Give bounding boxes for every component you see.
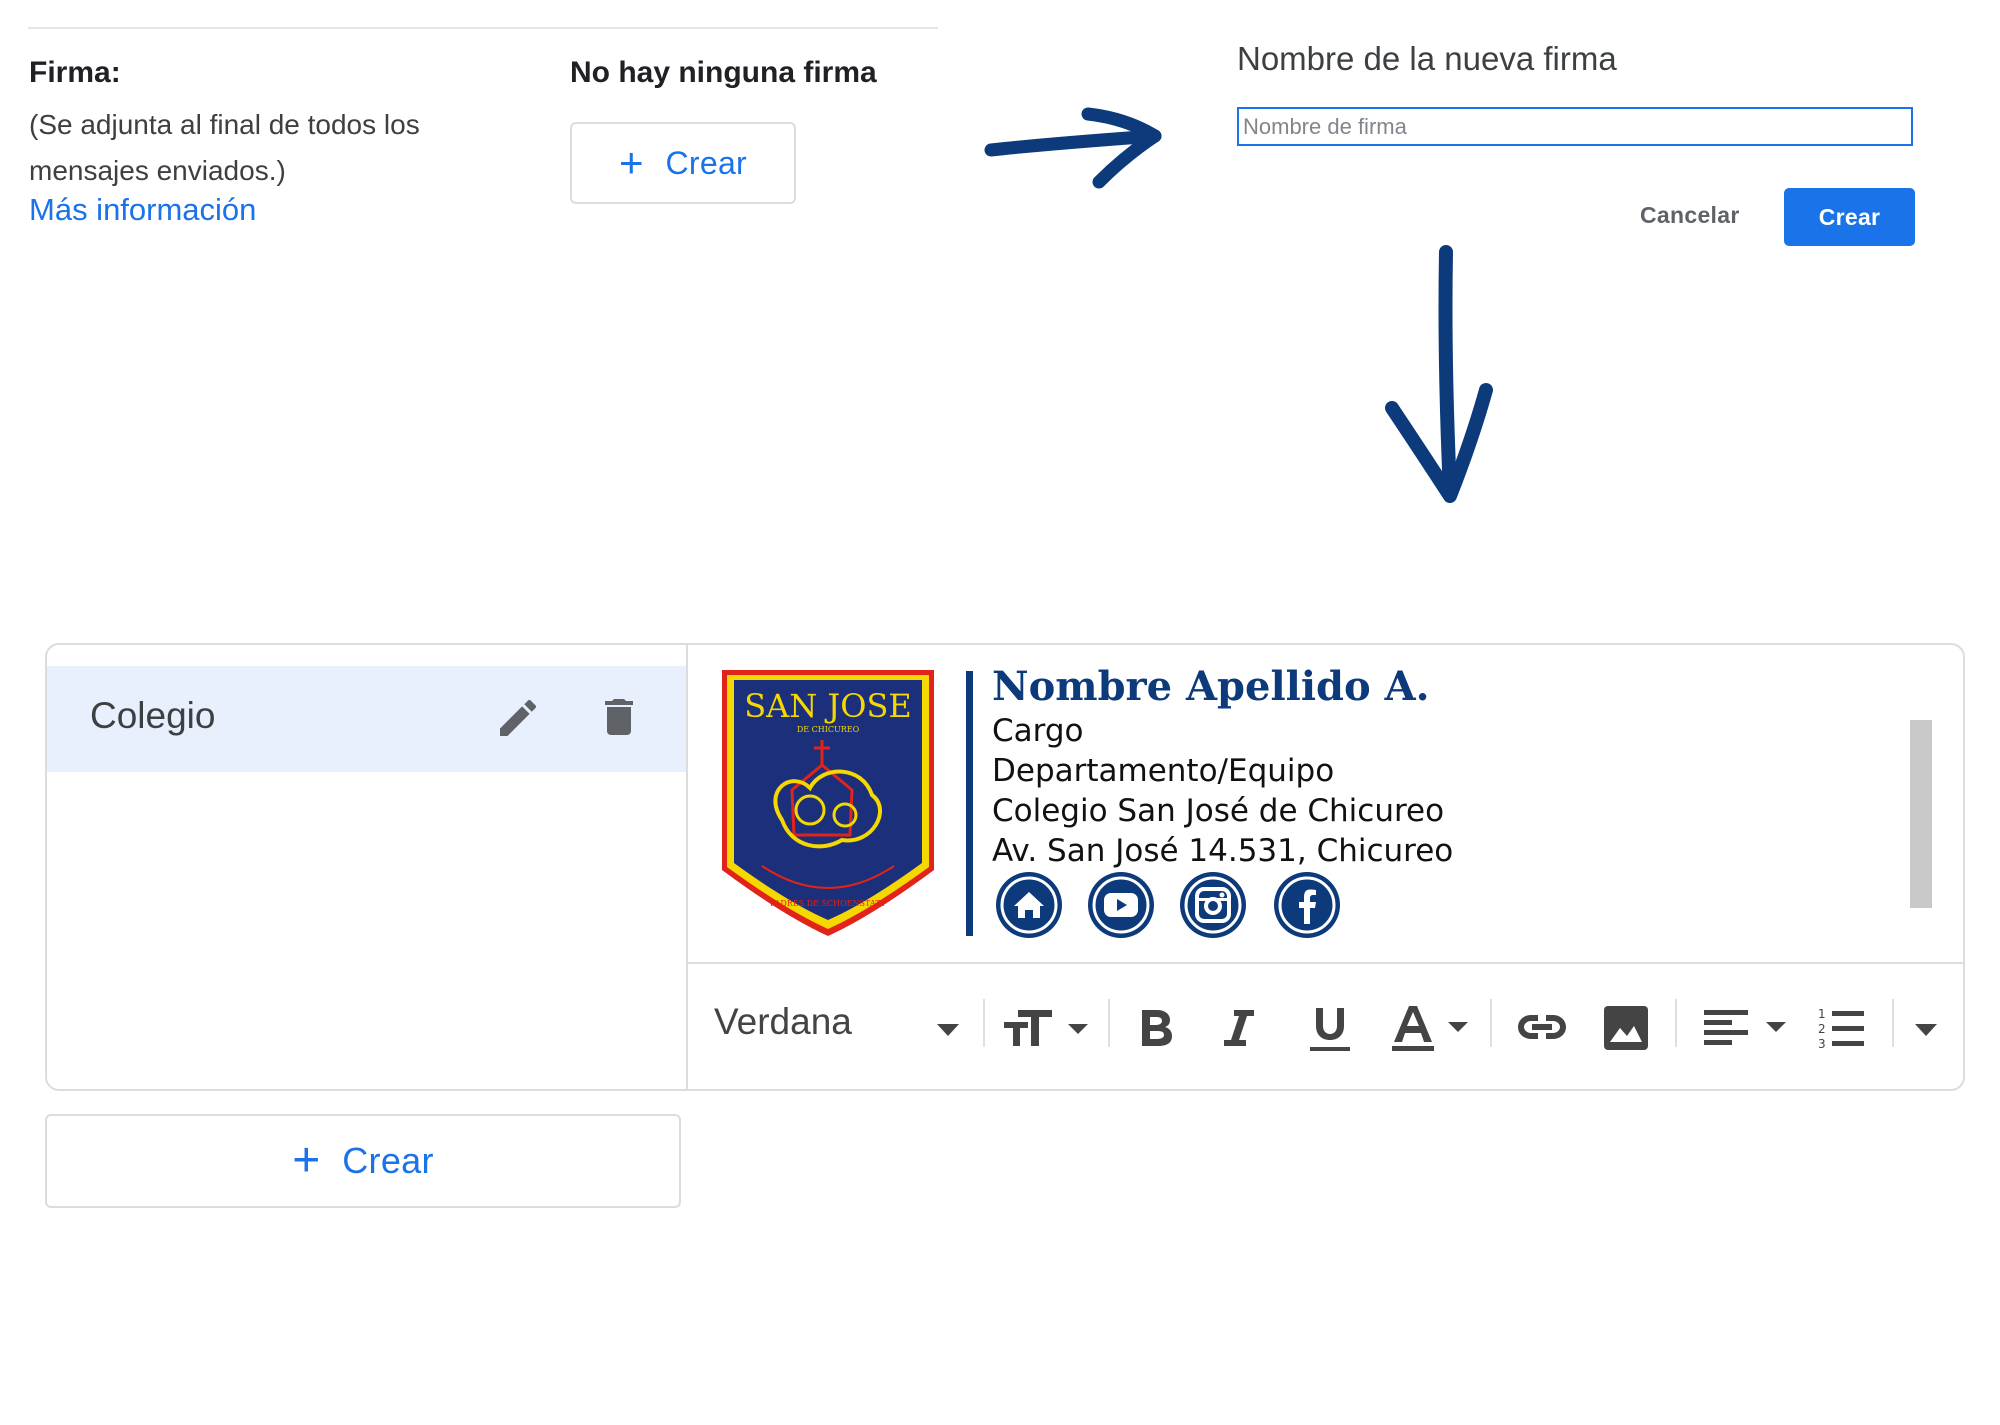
svg-text:DE CHICUREO: DE CHICUREO	[797, 725, 860, 734]
section-divider	[28, 27, 938, 29]
font-size-icon[interactable]	[1002, 1004, 1092, 1048]
svg-text:SAN JOSE: SAN JOSE	[744, 687, 912, 725]
signature-name-input[interactable]	[1237, 107, 1913, 146]
dialog-title: Nombre de la nueva firma	[1237, 40, 1617, 77]
svg-text:PADRES DE SCHOENSTATT: PADRES DE SCHOENSTATT	[770, 899, 887, 908]
image-icon[interactable]	[1604, 1006, 1648, 1050]
scrollbar-thumb[interactable]	[1910, 720, 1932, 908]
youtube-icon[interactable]	[1088, 872, 1154, 938]
numbered-list-icon[interactable]: 1 2 3	[1818, 1006, 1864, 1050]
toolbar-separator	[1892, 999, 1894, 1047]
signature-department: Departamento/Equipo	[992, 753, 1335, 789]
toolbar-divider	[688, 962, 1964, 964]
more-options-icon[interactable]	[1915, 1024, 1937, 1036]
svg-text:3: 3	[1818, 1037, 1826, 1050]
signature-position: Cargo	[992, 713, 1084, 749]
create-new-signature-button[interactable]: + Crear	[45, 1114, 681, 1208]
pencil-icon[interactable]	[494, 694, 542, 742]
signature-address: Av. San José 14.531, Chicureo	[992, 833, 1454, 869]
more-info-link[interactable]: Más información	[29, 192, 256, 228]
font-family-dropdown-icon[interactable]	[937, 1024, 959, 1036]
italic-icon[interactable]	[1222, 1008, 1256, 1048]
no-signature-text: No hay ninguna firma	[570, 56, 877, 89]
toolbar-separator	[983, 999, 985, 1047]
home-icon[interactable]	[996, 872, 1062, 938]
underline-icon[interactable]	[1308, 1006, 1352, 1054]
toolbar-separator	[1108, 999, 1110, 1047]
font-family-select[interactable]: Verdana	[714, 1001, 852, 1043]
plus-icon: +	[618, 139, 644, 186]
signature-list-item-label: Colegio	[90, 695, 216, 736]
arrow-down-icon	[1385, 245, 1493, 503]
signature-description: (Se adjunta al final de todos los mensaj…	[29, 109, 420, 186]
bold-icon[interactable]	[1138, 1008, 1174, 1048]
create-button-label: Crear	[342, 1140, 434, 1181]
panel-divider	[686, 645, 688, 1089]
svg-text:2: 2	[1818, 1022, 1826, 1036]
signature-name: Nombre Apellido A.	[992, 663, 1430, 710]
dialog-create-button[interactable]: Crear	[1784, 188, 1915, 246]
create-button-label: Crear	[665, 144, 748, 181]
toolbar-separator	[1675, 999, 1677, 1047]
link-icon[interactable]	[1517, 1012, 1567, 1042]
school-crest-logo: SAN JOSE DE CHICUREO PADRES DE SCHOENSTA…	[722, 670, 934, 936]
svg-text:1: 1	[1818, 1007, 1826, 1021]
text-color-icon[interactable]	[1390, 1004, 1472, 1054]
instagram-icon[interactable]	[1180, 872, 1246, 938]
signature-label: Firma:	[29, 56, 121, 89]
trash-icon[interactable]	[595, 692, 643, 742]
signature-school: Colegio San José de Chicureo	[992, 793, 1445, 829]
plus-icon: +	[292, 1134, 321, 1187]
signature-accent-bar	[966, 671, 973, 936]
cancel-button[interactable]: Cancelar	[1640, 202, 1740, 229]
align-icon[interactable]	[1704, 1008, 1788, 1048]
facebook-icon[interactable]	[1274, 872, 1340, 938]
toolbar-separator	[1490, 999, 1492, 1047]
create-signature-button[interactable]: + Crear	[570, 122, 796, 204]
arrow-right-icon	[984, 107, 1162, 189]
